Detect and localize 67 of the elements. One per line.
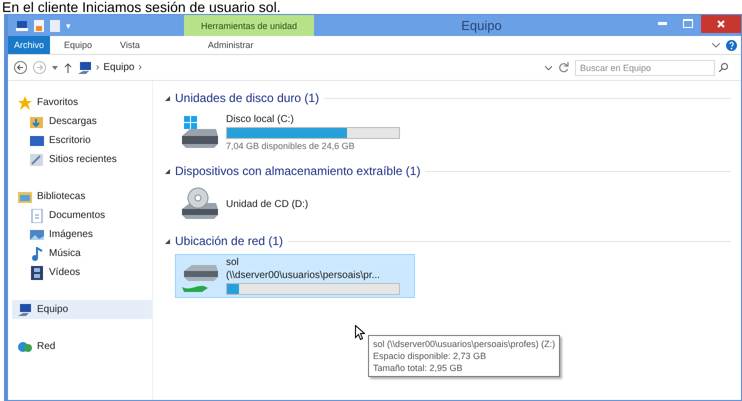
ribbon-tab[interactable]: Equipo: [50, 36, 106, 54]
chevron-down-icon[interactable]: [545, 66, 552, 70]
window-title: Equipo: [460, 18, 503, 33]
sidebar-item[interactable]: Bibliotecas: [12, 187, 152, 206]
drive-item[interactable]: Unidad de CD (D:): [175, 184, 415, 224]
mouse-cursor-icon: [355, 325, 365, 340]
ribbon-tab[interactable]: Administrar: [178, 36, 284, 54]
maximize-icon[interactable]: [683, 19, 693, 28]
context-tab-label[interactable]: Herramientas de unidad: [184, 15, 314, 36]
minimize-icon[interactable]: [658, 22, 666, 25]
drive-item[interactable]: Disco local (C:) 7,04 GB disponibles de 24,6 GB: [175, 111, 415, 154]
refresh-icon[interactable]: [558, 62, 569, 73]
cd-drive-icon: [180, 187, 220, 221]
folder-download-icon: [30, 114, 44, 128]
computer-icon: [78, 60, 92, 74]
group-heading: Dispositivos con almacenamiento extraíble (1): [175, 164, 420, 178]
close-icon: [717, 20, 725, 28]
help-icon[interactable]: [726, 40, 737, 50]
sidebar-item[interactable]: Descargas: [12, 112, 152, 131]
drive-name: Disco local (C:): [226, 114, 295, 125]
group-heading: Unidades de disco duro (1): [175, 91, 320, 105]
address-bar[interactable]: › Equipo ›: [78, 58, 552, 76]
film-icon: [30, 266, 44, 280]
computer-icon: [18, 302, 32, 316]
caret-icon[interactable]: [52, 66, 58, 70]
chevron-down-icon[interactable]: [712, 42, 720, 48]
sidebar-item[interactable]: Música: [12, 244, 152, 263]
back-icon[interactable]: [14, 61, 27, 74]
search-field[interactable]: Buscar en Equipo: [575, 60, 715, 76]
sidebar-item[interactable]: Red: [12, 337, 152, 356]
sidebar-item[interactable]: Escritorio: [12, 131, 152, 150]
collapse-triangle-icon[interactable]: [165, 238, 170, 244]
tooltip-text: Espacio disponible: 2,73 GB: [373, 350, 488, 362]
breadcrumb-separator[interactable]: ›: [96, 62, 100, 73]
tooltip-text: sol (\\dserver00\usuarios\persoais\profes) (Z:): [373, 338, 556, 350]
drive-name: sol: [226, 257, 240, 268]
sidebar-item[interactable]: Sitios recientes: [12, 150, 152, 169]
search-icon: [719, 63, 728, 72]
desktop-icon: [30, 134, 44, 148]
sidebar-item[interactable]: Imágenes: [12, 225, 152, 244]
sidebar-item[interactable]: Favoritos: [12, 93, 152, 112]
document-icon: [30, 208, 44, 222]
sidebar-item[interactable]: Vídeos: [12, 263, 152, 282]
libraries-icon: [18, 190, 32, 204]
ribbon-tab[interactable]: Vista: [106, 36, 154, 54]
star-icon: [18, 96, 32, 110]
up-arrow-icon[interactable]: [64, 62, 72, 72]
collapse-triangle-icon[interactable]: [165, 168, 170, 174]
hard-drive-icon: [180, 116, 220, 150]
pictures-icon: [30, 228, 44, 242]
drive-item[interactable]: sol (\\dserver00\usuarios\persoais\pr...: [175, 254, 415, 298]
tooltip-text: Tamaño total: 2,95 GB: [373, 362, 464, 374]
breadcrumb-separator[interactable]: ›: [138, 62, 142, 73]
collapse-triangle-icon[interactable]: [165, 96, 170, 100]
network-icon: [18, 340, 32, 354]
ribbon-tab[interactable]: Archivo: [8, 36, 50, 54]
close-button[interactable]: [701, 15, 741, 33]
breadcrumb[interactable]: Equipo: [103, 62, 134, 73]
group-heading: Ubicación de red (1): [175, 234, 284, 248]
drive-name: Unidad de CD (D:): [226, 198, 310, 210]
music-note-icon: [30, 246, 44, 260]
drive-path: (\\dserver00\usuarios\persoais\pr...: [226, 270, 381, 281]
sidebar-item[interactable]: Documentos: [12, 206, 152, 225]
caption-text: En el cliente Iniciamos sesión de usuario sol.: [1, 0, 282, 14]
computer-icon: [16, 20, 28, 30]
sidebar-item[interactable]: Equipo: [12, 300, 152, 319]
free-space-text: 7,04 GB disponibles de 24,6 GB: [226, 141, 356, 151]
